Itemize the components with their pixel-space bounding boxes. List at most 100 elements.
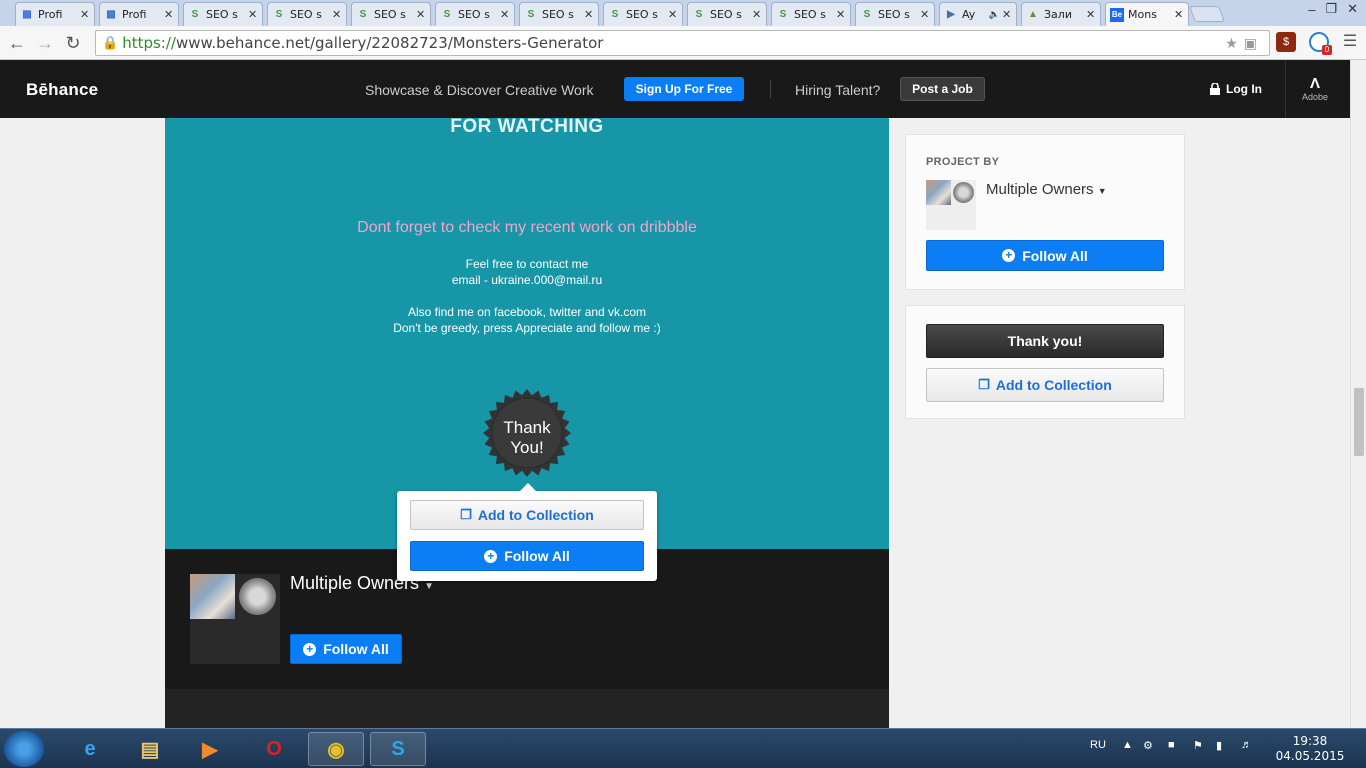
clock-time: 19:38 xyxy=(1292,734,1328,748)
chart-icon: ▩ xyxy=(106,9,116,20)
behance-logo[interactable]: Bēhance xyxy=(26,80,98,100)
maximize-icon[interactable]: ❐ xyxy=(1325,1,1337,17)
sidebar-add-to-collection-button[interactable]: ❐ Add to Collection xyxy=(926,368,1164,402)
contact-line-2: email - ukraine.000@mail.ru xyxy=(451,273,603,287)
tab-title: SEO s xyxy=(878,8,910,21)
tab-close-icon[interactable]: ✕ xyxy=(1174,8,1184,21)
sidebar-follow-all-button[interactable]: + Follow All xyxy=(926,240,1164,271)
footer-follow-all-button[interactable]: + Follow All xyxy=(290,634,402,664)
browser-tab[interactable]: ▩ Profi ✕ xyxy=(99,2,179,26)
tab-title: SEO s xyxy=(542,8,574,21)
post-job-button[interactable]: Post a Job xyxy=(900,77,985,101)
chrome-icon[interactable]: ◉ xyxy=(308,732,364,766)
owners-avatars[interactable] xyxy=(926,180,976,230)
bookmark-star-icon[interactable]: ★ xyxy=(1225,36,1238,52)
tab-close-icon[interactable]: ✕ xyxy=(164,8,174,21)
seo-icon: S xyxy=(611,9,619,20)
explorer-folder-icon[interactable]: ▤ xyxy=(122,732,178,766)
page-action-icon[interactable]: ▣ xyxy=(1244,36,1257,52)
back-icon[interactable]: ← xyxy=(6,32,28,54)
steam-icon[interactable]: ⚙ xyxy=(1143,739,1153,752)
new-tab-button[interactable] xyxy=(1189,6,1225,22)
login-link[interactable]: Log In xyxy=(1210,82,1262,96)
network-icon[interactable]: ▮ xyxy=(1216,739,1222,752)
reload-icon[interactable]: ↻ xyxy=(62,32,84,54)
minimize-icon[interactable]: – xyxy=(1308,2,1315,17)
browser-tab[interactable]: S SEO s ✕ xyxy=(855,2,935,26)
tray-app-icon[interactable]: ■ xyxy=(1168,739,1175,751)
page-scrollbar[interactable] xyxy=(1350,60,1366,728)
start-button[interactable] xyxy=(4,731,44,767)
browser-tab[interactable]: ▶ Ay 🔈 ✕ xyxy=(939,2,1017,26)
follow-all-label: Follow All xyxy=(504,548,570,564)
browser-tab[interactable]: Be Mons ✕ xyxy=(1105,2,1189,26)
browser-tab[interactable]: S SEO s ✕ xyxy=(435,2,515,26)
hiring-text: Hiring Talent? xyxy=(795,82,881,98)
tab-close-icon[interactable]: ✕ xyxy=(416,8,426,21)
tab-close-icon[interactable]: ✕ xyxy=(752,8,762,21)
seo-icon: S xyxy=(527,9,535,20)
plus-circle-icon: + xyxy=(1002,249,1016,262)
footer-lower-band xyxy=(165,689,889,728)
opera-icon[interactable]: O xyxy=(246,732,302,766)
thank-you-button[interactable]: Thank you! xyxy=(926,324,1164,358)
tab-close-icon[interactable]: ✕ xyxy=(500,8,510,21)
browser-tab[interactable]: ▩ Profi ✕ xyxy=(15,2,95,26)
tab-close-icon[interactable]: ✕ xyxy=(920,8,930,21)
contact-line-1: Feel free to contact me xyxy=(465,257,589,271)
language-indicator[interactable]: RU xyxy=(1090,739,1106,751)
popup-add-to-collection-button[interactable]: ❐ Add to Collection xyxy=(410,500,644,530)
close-window-icon[interactable]: ✕ xyxy=(1347,1,1358,17)
social-line-2: Don't be greedy, press Appreciate and fo… xyxy=(393,321,661,335)
avatar xyxy=(190,574,235,619)
volume-icon[interactable]: ♬ xyxy=(1241,739,1252,751)
collection-icon: ❐ xyxy=(978,377,990,392)
appreciate-popup: ❐ Add to Collection + Follow All xyxy=(397,483,657,581)
behance-icon: Be xyxy=(1110,7,1124,22)
ie-icon[interactable]: e xyxy=(62,732,118,766)
tab-close-icon[interactable]: ✕ xyxy=(836,8,846,21)
tab-title: SEO s xyxy=(710,8,742,21)
tray-arrow-icon[interactable]: ▲ xyxy=(1122,739,1133,751)
tab-title: SEO s xyxy=(374,8,406,21)
action-center-icon[interactable]: ⚑ xyxy=(1193,739,1203,752)
skype-icon[interactable]: S xyxy=(370,732,426,766)
extension-badge-icon[interactable]: 0 xyxy=(1309,32,1332,55)
browser-tab[interactable]: S SEO s ✕ xyxy=(183,2,263,26)
system-clock[interactable]: 19:38 04.05.2015 xyxy=(1270,734,1350,764)
tab-close-icon[interactable]: ✕ xyxy=(584,8,594,21)
tab-close-icon[interactable]: ✕ xyxy=(668,8,678,21)
collection-icon: ❐ xyxy=(460,507,472,522)
tab-close-icon[interactable]: ✕ xyxy=(1086,8,1096,21)
browser-toolbar: ← → ↻ 🔒 https:// www.behance.net/gallery… xyxy=(0,26,1366,60)
scrollbar-thumb[interactable] xyxy=(1354,388,1364,456)
forward-icon[interactable]: → xyxy=(34,32,56,54)
avatar xyxy=(926,180,951,205)
browser-tab[interactable]: S SEO s ✕ xyxy=(687,2,767,26)
adobe-logo[interactable]: Λ Adobe xyxy=(1300,76,1330,103)
extension-dollar-icon[interactable]: $ xyxy=(1276,32,1296,52)
menu-icon[interactable]: ☰ xyxy=(1340,32,1360,52)
browser-tab[interactable]: S SEO s ✕ xyxy=(603,2,683,26)
popup-follow-all-button[interactable]: + Follow All xyxy=(410,541,644,571)
media-player-icon[interactable]: ▶ xyxy=(182,732,238,766)
browser-tab[interactable]: S SEO s ✕ xyxy=(267,2,347,26)
follow-all-label: Follow All xyxy=(1022,247,1088,264)
browser-tab[interactable]: S SEO s ✕ xyxy=(771,2,851,26)
seo-icon: S xyxy=(275,9,283,20)
tab-close-icon[interactable]: ✕ xyxy=(1002,8,1012,21)
tab-title: Ay xyxy=(962,8,976,21)
tab-close-icon[interactable]: ✕ xyxy=(248,8,258,21)
add-collection-label: Add to Collection xyxy=(995,377,1112,393)
tab-close-icon[interactable]: ✕ xyxy=(332,8,342,21)
badge-line-1: Thank xyxy=(503,418,551,437)
browser-tab[interactable]: S SEO s ✕ xyxy=(351,2,431,26)
sidebar-owners-name[interactable]: Multiple Owners ▼ xyxy=(986,181,1107,198)
address-bar[interactable]: 🔒 https:// www.behance.net/gallery/22082… xyxy=(95,30,1270,56)
owners-avatars[interactable] xyxy=(190,574,280,664)
browser-tab[interactable]: S SEO s ✕ xyxy=(519,2,599,26)
signup-button[interactable]: Sign Up For Free xyxy=(624,77,744,101)
tab-title: SEO s xyxy=(794,8,826,21)
browser-tab[interactable]: ▲ Зали ✕ xyxy=(1021,2,1101,26)
tab-close-icon[interactable]: ✕ xyxy=(80,8,90,21)
